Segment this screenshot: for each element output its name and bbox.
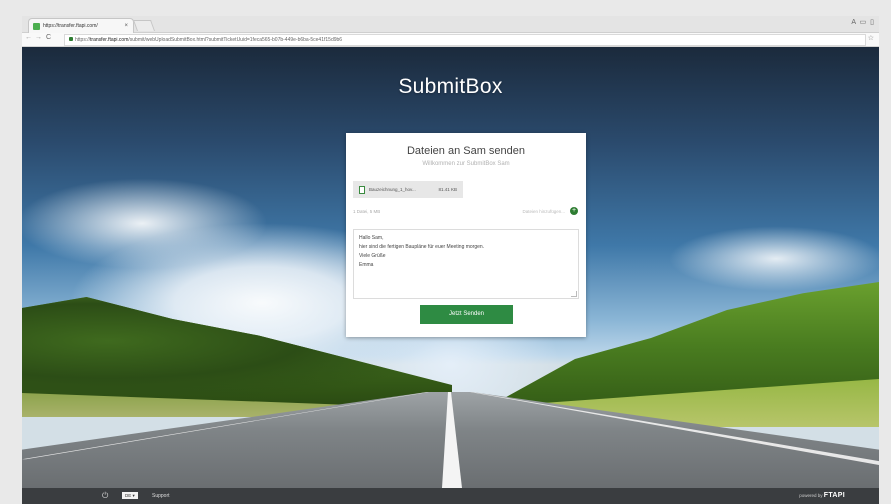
- page-footer: ⏻ DE ▾ Support powered by FTAPI: [22, 488, 879, 504]
- browser-tab[interactable]: https://transfer.ftapi.com/ ×: [28, 18, 134, 33]
- logout-power-icon[interactable]: ⏻: [102, 491, 108, 501]
- message-textarea[interactable]: Hallo Sam, hier sind die fertigen Bauplä…: [353, 229, 579, 299]
- lock-icon: [69, 37, 73, 41]
- file-count: 1 Datei, 5 MB: [353, 209, 381, 214]
- url-host: transfer.ftapi.com: [90, 37, 129, 43]
- message-line: Emma: [359, 262, 374, 268]
- message-line: Viele Grüße: [359, 253, 386, 259]
- card-subtitle: Willkommen zur SubmitBox Sam: [422, 161, 510, 167]
- reload-icon[interactable]: C: [46, 34, 51, 41]
- send-button[interactable]: Jetzt Senden: [420, 305, 513, 324]
- window-controls[interactable]: A ▭ ▯: [851, 18, 875, 26]
- address-bar: ← → C https://transfer.ftapi.com/submit/…: [22, 33, 879, 47]
- powered-by-text: powered by: [799, 493, 823, 498]
- submit-card: Dateien an Sam senden Willkommen zur Sub…: [346, 133, 586, 337]
- bookmark-star-icon[interactable]: ☆: [868, 34, 874, 42]
- tab-close-icon[interactable]: ×: [124, 23, 128, 29]
- tab-title: https://transfer.ftapi.com/: [43, 23, 98, 29]
- file-item[interactable]: Bauzeichnung_1_hov... 81.41 KB: [353, 181, 463, 198]
- message-line: hier sind die fertigen Baupläne für euer…: [359, 244, 485, 250]
- url-path: /submit/webUploadSubmitBox.html?submitTi…: [128, 37, 343, 43]
- forward-icon[interactable]: →: [35, 34, 42, 41]
- message-line: Hallo Sam,: [359, 235, 384, 241]
- tab-strip: https://transfer.ftapi.com/ × A ▭ ▯: [22, 16, 879, 33]
- url-input[interactable]: https://transfer.ftapi.com/submit/webUpl…: [64, 34, 866, 46]
- favicon-icon: [33, 22, 40, 30]
- resize-grip-icon[interactable]: [571, 291, 577, 297]
- file-size: 81.41 KB: [438, 187, 457, 192]
- page-title: SubmitBox: [398, 75, 503, 98]
- add-file-icon[interactable]: +: [570, 207, 578, 215]
- card-title: Dateien an Sam senden: [406, 145, 526, 157]
- url-prefix: https://: [75, 37, 91, 43]
- back-icon[interactable]: ←: [25, 34, 32, 41]
- add-files-link[interactable]: Dateien hinzufügen...: [522, 209, 565, 214]
- ftapi-logo: FTAPI: [823, 492, 845, 499]
- powered-by: powered by FTAPI: [799, 492, 845, 499]
- browser-window: https://transfer.ftapi.com/ × A ▭ ▯ ← → …: [22, 16, 879, 504]
- file-name: Bauzeichnung_1_hov...: [369, 187, 416, 192]
- new-tab-button[interactable]: [132, 20, 156, 31]
- page-viewport: SubmitBox Dateien an Sam senden Willkomm…: [22, 47, 879, 488]
- file-icon: [359, 185, 365, 194]
- support-link[interactable]: Support: [152, 493, 170, 499]
- language-select[interactable]: DE ▾: [122, 492, 138, 499]
